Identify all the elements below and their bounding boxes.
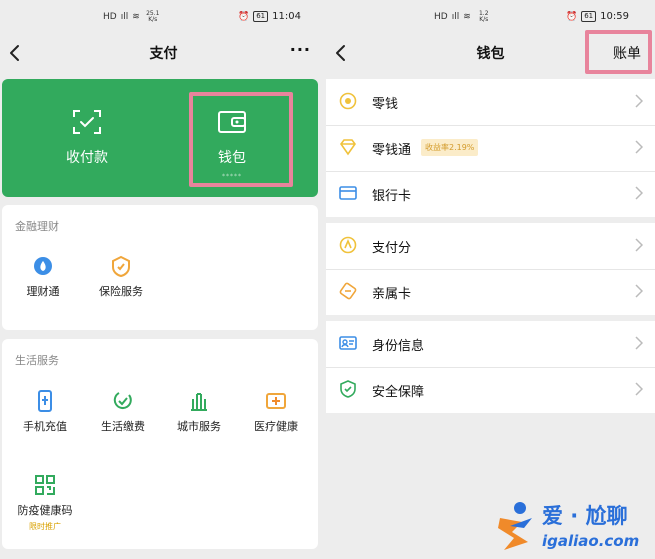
hd-icon: HD [103, 12, 117, 22]
bank-card-icon [339, 186, 357, 200]
signal-icon: ıll [451, 12, 460, 22]
service-label: 理财通 [26, 285, 60, 298]
item-label: 零钱 [372, 97, 399, 112]
id-card-icon [339, 336, 357, 350]
phone-recharge-button[interactable]: 手机充值 [6, 390, 84, 434]
insurance-button[interactable]: 保险服务 [82, 255, 160, 299]
insurance-icon [112, 255, 130, 277]
battery-icon: 61 [253, 11, 269, 22]
network-speed: 1.2 K/s [478, 10, 489, 23]
wallet-highlight-box [189, 92, 293, 187]
service-label: 城市服务 [177, 420, 221, 433]
item-label: 亲属卡 [372, 287, 412, 302]
network-speed: 25.1 K/s [146, 10, 160, 23]
chevron-right-icon [635, 382, 643, 396]
family-card-icon [339, 282, 357, 300]
battery-icon: 61 [581, 11, 597, 22]
qr-code-icon [35, 475, 55, 495]
coin-icon [339, 92, 357, 110]
list-item-security[interactable]: 安全保障 [326, 367, 655, 413]
wallet-group-3: 身份信息 安全保障 [326, 321, 655, 413]
watermark-title: 爱 · 尬聊 [542, 504, 628, 528]
item-label: 支付分 [372, 241, 412, 256]
status-bar: HD ıll ≋ 25.1 K/s ⏰ 61 11:04 [0, 0, 327, 34]
scan-icon [73, 110, 101, 134]
list-item-lingqiantong[interactable]: 零钱通 收益率2.19% [326, 125, 655, 171]
watermark-logo-icon [498, 502, 532, 550]
item-label: 身份信息 [372, 339, 425, 354]
medical-button[interactable]: 医疗健康 [237, 390, 315, 434]
wallet-screen: HD ıll ≋ 1.2 K/s ⏰ 61 10:59 钱包 账单 零钱 零钱通… [326, 0, 655, 559]
city-service-icon [191, 393, 207, 411]
chevron-right-icon [635, 140, 643, 154]
wallet-group-1: 零钱 零钱通 收益率2.19% 银行卡 [326, 79, 655, 217]
wifi-icon: ≋ [132, 12, 140, 22]
chevron-right-icon [635, 284, 643, 298]
chevron-right-icon [635, 94, 643, 108]
service-label: 防疫健康码 [17, 504, 73, 517]
collect-pay-button[interactable]: 收付款 [37, 109, 137, 167]
page-title: 支付 [149, 46, 178, 62]
hd-icon: HD [434, 12, 448, 22]
finance-section: 金融理财 理财通 保险服务 [2, 205, 318, 330]
signal-icon: ıll [120, 12, 129, 22]
more-icon[interactable]: ··· [290, 40, 311, 59]
yield-badge: 收益率2.19% [421, 139, 479, 156]
list-item-pay-score[interactable]: 支付分 [326, 223, 655, 269]
city-service-button[interactable]: 城市服务 [160, 390, 238, 434]
phone-recharge-icon [38, 390, 52, 412]
alarm-icon: ⏰ [566, 11, 578, 22]
item-label: 零钱通 [372, 143, 412, 158]
medical-icon [266, 393, 286, 409]
health-code-button[interactable]: 防疫健康码 限时推广 [6, 474, 84, 532]
section-title: 生活服务 [15, 354, 59, 367]
service-label: 手机充值 [23, 420, 67, 433]
bills-highlight-box [585, 30, 652, 74]
licaitong-icon [34, 257, 52, 275]
list-item-identity[interactable]: 身份信息 [326, 321, 655, 367]
life-services-section: 生活服务 手机充值 生活缴费 城市服务 医疗健康 防疫健康码 限时推广 [2, 339, 318, 549]
nav-bar: 支付 ··· [0, 34, 327, 72]
wifi-icon: ≋ [463, 12, 471, 22]
list-item-bank-card[interactable]: 银行卡 [326, 171, 655, 217]
alarm-icon: ⏰ [238, 11, 250, 22]
watermark: 爱 · 尬聊 igaliao.com [490, 496, 655, 559]
list-item-change[interactable]: 零钱 [326, 79, 655, 125]
promo-tag: 限时推广 [29, 522, 61, 531]
service-label: 生活缴费 [101, 420, 145, 433]
status-bar: HD ıll ≋ 1.2 K/s ⏰ 61 10:59 [326, 0, 655, 34]
utility-payment-icon [113, 392, 132, 410]
clock: 11:04 [272, 11, 301, 22]
pay-score-icon [339, 236, 357, 254]
service-label: 保险服务 [99, 285, 143, 298]
item-label: 银行卡 [372, 189, 412, 204]
clock: 10:59 [600, 11, 629, 22]
collect-pay-label: 收付款 [66, 150, 108, 166]
chevron-right-icon [635, 336, 643, 350]
diamond-icon [340, 139, 356, 156]
utility-payment-button[interactable]: 生活缴费 [84, 390, 162, 434]
chevron-right-icon [635, 238, 643, 252]
item-label: 安全保障 [372, 385, 425, 400]
service-label: 医疗健康 [254, 420, 298, 433]
watermark-url: igaliao.com [542, 532, 640, 550]
payment-screen: HD ıll ≋ 25.1 K/s ⏰ 61 11:04 支付 ··· 收付款 [0, 0, 327, 559]
chevron-right-icon [635, 186, 643, 200]
section-title: 金融理财 [15, 220, 59, 233]
list-item-family-card[interactable]: 亲属卡 [326, 269, 655, 315]
licaitong-button[interactable]: 理财通 [4, 255, 82, 299]
wallet-group-2: 支付分 亲属卡 [326, 223, 655, 315]
shield-icon [340, 380, 356, 398]
